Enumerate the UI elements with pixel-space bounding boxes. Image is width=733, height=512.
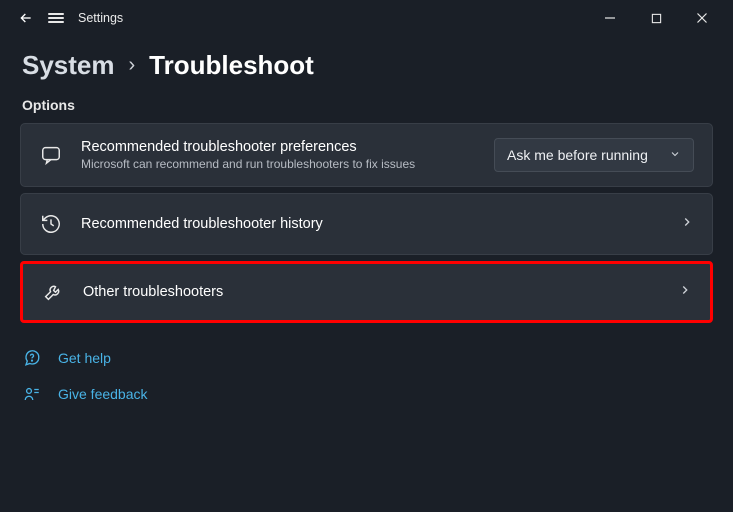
app-title: Settings bbox=[78, 11, 123, 25]
minimize-button[interactable] bbox=[587, 2, 633, 34]
help-icon bbox=[22, 349, 42, 367]
maximize-button[interactable] bbox=[633, 2, 679, 34]
feedback-icon bbox=[22, 385, 42, 403]
other-troubleshooters-card[interactable]: Other troubleshooters bbox=[20, 261, 713, 323]
preferences-dropdown[interactable]: Ask me before running bbox=[494, 138, 694, 172]
breadcrumb-root[interactable]: System bbox=[22, 50, 115, 81]
history-card[interactable]: Recommended troubleshooter history bbox=[20, 193, 713, 255]
back-button[interactable] bbox=[18, 10, 34, 26]
give-feedback-link[interactable]: Give feedback bbox=[22, 385, 711, 403]
section-label: Options bbox=[0, 89, 733, 123]
history-icon bbox=[39, 212, 63, 236]
chevron-right-icon bbox=[680, 215, 694, 234]
chevron-down-icon bbox=[669, 147, 681, 163]
other-title: Other troubleshooters bbox=[83, 284, 678, 300]
preferences-subtitle: Microsoft can recommend and run troubles… bbox=[81, 157, 494, 171]
dropdown-value: Ask me before running bbox=[507, 147, 648, 163]
breadcrumb-current: Troubleshoot bbox=[149, 50, 314, 81]
wrench-icon bbox=[41, 280, 65, 304]
preferences-card: Recommended troubleshooter preferences M… bbox=[20, 123, 713, 187]
chevron-right-icon bbox=[678, 283, 692, 302]
close-button[interactable] bbox=[679, 2, 725, 34]
preferences-title: Recommended troubleshooter preferences bbox=[81, 139, 494, 155]
get-help-label: Get help bbox=[58, 350, 111, 366]
menu-button[interactable] bbox=[48, 11, 64, 25]
give-feedback-label: Give feedback bbox=[58, 386, 148, 402]
history-title: Recommended troubleshooter history bbox=[81, 216, 680, 232]
window-controls bbox=[587, 2, 725, 34]
chat-icon bbox=[39, 143, 63, 167]
titlebar: Settings bbox=[0, 0, 733, 36]
get-help-link[interactable]: Get help bbox=[22, 349, 711, 367]
breadcrumb-separator-icon: › bbox=[129, 54, 136, 77]
breadcrumb: System › Troubleshoot bbox=[0, 36, 733, 89]
